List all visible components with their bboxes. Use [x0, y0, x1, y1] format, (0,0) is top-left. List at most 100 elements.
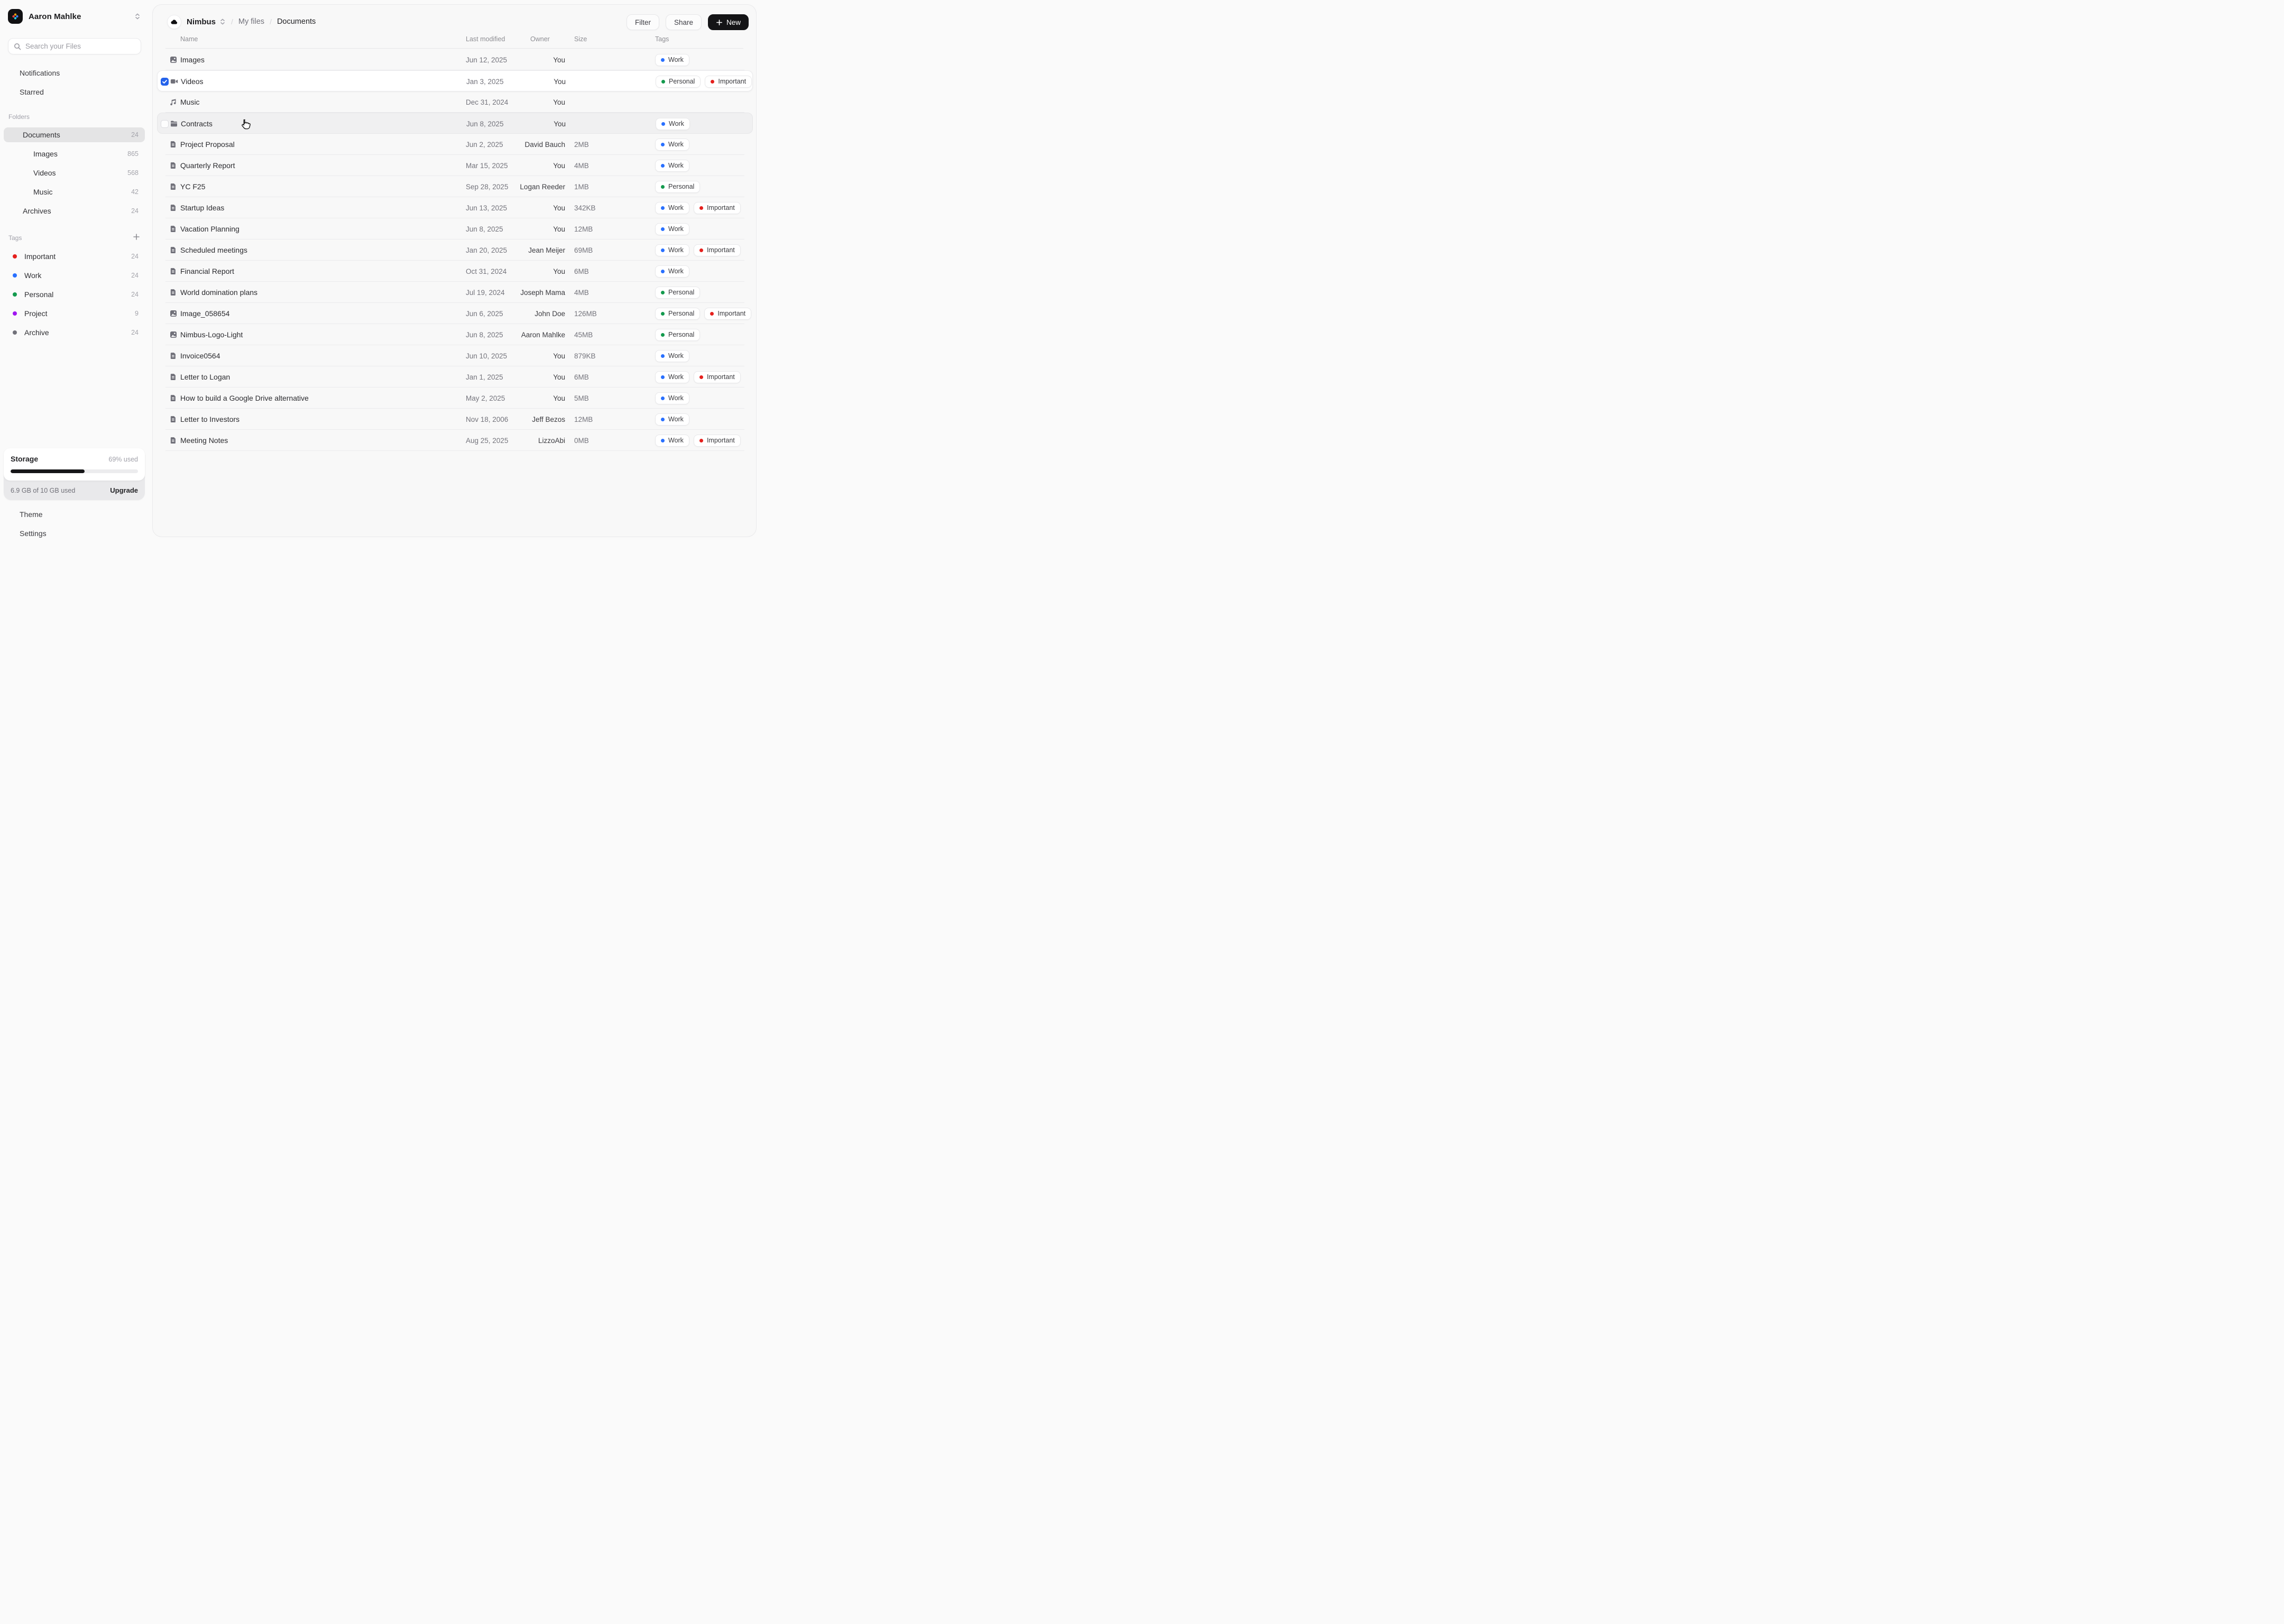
workspace-chevron-updown-icon[interactable] [219, 18, 226, 25]
search-input[interactable] [25, 42, 131, 50]
breadcrumb-my-files[interactable]: My files [238, 17, 264, 26]
file-tags: Work Important [655, 239, 741, 261]
upgrade-button[interactable]: Upgrade [110, 486, 138, 494]
sidebar-folder-archives[interactable]: Archives 24 [4, 204, 145, 218]
table-row[interactable]: Letter to Investors Nov 18, 2006 Jeff Bezo… [157, 409, 753, 430]
file-table: Images Jun 12, 2025 You Work Videos Jan 3, 20… [157, 49, 753, 451]
file-tags: Work [655, 387, 689, 409]
sidebar-item-starred[interactable]: Starred [4, 84, 145, 100]
sidebar-tag-personal[interactable]: Personal 24 [4, 287, 145, 302]
sidebar-tag-archive[interactable]: Archive 24 [4, 325, 145, 340]
table-row[interactable]: Vacation Planning Jun 8, 2025 You 12MB Work [157, 218, 753, 239]
column-header-tags[interactable]: Tags [655, 35, 669, 43]
file-name: Contracts [181, 119, 213, 128]
table-row[interactable]: Music Dec 31, 2024 You [157, 91, 753, 113]
column-header-modified[interactable]: Last modified [466, 35, 505, 43]
doc-file-icon [169, 197, 177, 218]
row-checkbox[interactable] [161, 119, 169, 128]
tag-pill-important: Important [693, 371, 741, 383]
file-name: Meeting Notes [180, 436, 228, 445]
table-row[interactable]: How to build a Google Drive alternative M… [157, 387, 753, 409]
file-name: YC F25 [180, 182, 206, 191]
file-modified: Jan 3, 2025 [466, 77, 504, 86]
file-tags: Work [655, 155, 689, 176]
pinwheel-logo-icon [11, 12, 20, 21]
sidebar-folder-music[interactable]: Music 42 [4, 184, 145, 199]
column-header-name[interactable]: Name [180, 35, 198, 43]
sidebar-tag-project[interactable]: Project 9 [4, 306, 145, 321]
doc-file-icon [169, 134, 177, 155]
tag-color-dot [13, 330, 17, 335]
row-checkbox-checked[interactable] [161, 77, 169, 86]
tag-label: Important [24, 252, 56, 261]
sidebar-item-notifications[interactable]: Notifications [4, 65, 145, 81]
table-row[interactable]: Project Proposal Jun 2, 2025 David Bauch 2M… [157, 134, 753, 155]
table-row[interactable]: Scheduled meetings Jan 20, 2025 Jean Meije… [157, 239, 753, 261]
table-row[interactable]: Images Jun 12, 2025 You Work [157, 49, 753, 70]
sidebar-folder-videos[interactable]: Videos 568 [4, 165, 145, 180]
table-row[interactable]: Financial Report Oct 31, 2024 You 6MB Work [157, 261, 753, 282]
sidebar-folder-documents[interactable]: Documents 24 [4, 127, 145, 142]
table-row[interactable]: World domination plans Jul 19, 2024 Joseph… [157, 282, 753, 303]
tag-color-dot [661, 417, 665, 421]
sidebar-folder-images[interactable]: Images 865 [4, 146, 145, 161]
sidebar-item-theme[interactable]: Theme [4, 506, 145, 522]
tag-pill-work: Work [655, 392, 689, 404]
tag-color-dot [661, 163, 665, 168]
share-button[interactable]: Share [665, 14, 702, 30]
file-name: Quarterly Report [180, 161, 235, 170]
file-tags: Work [655, 345, 689, 366]
doc-file-icon [169, 366, 177, 387]
table-row[interactable]: Meeting Notes Aug 25, 2025 LizzoAbi 0MB Work… [157, 430, 753, 451]
sidebar-tag-important[interactable]: Important 24 [4, 249, 145, 264]
column-header-owner[interactable]: Owner [530, 35, 550, 43]
file-owner: John Doe [535, 309, 565, 318]
sidebar-item-label: Starred [20, 88, 44, 96]
tag-pill-personal: Personal [655, 180, 701, 193]
file-owner: You [553, 373, 565, 381]
folder-count: 42 [131, 188, 139, 196]
breadcrumb-workspace[interactable]: Nimbus [187, 17, 216, 26]
folder-count: 865 [127, 150, 139, 158]
filter-button[interactable]: Filter [626, 14, 659, 30]
tag-label: Work [24, 271, 42, 280]
file-tags: Personal Important [655, 303, 752, 324]
file-owner: Joseph Mama [520, 288, 565, 297]
table-row[interactable]: Letter to Logan Jan 1, 2025 You 6MB Work Impo… [157, 366, 753, 387]
storage-card: Storage 69% used [4, 448, 145, 481]
row-divider [165, 450, 744, 451]
table-row[interactable]: Startup Ideas Jun 13, 2025 You 342KB Work Imp… [157, 197, 753, 218]
tag-color-dot [661, 248, 665, 252]
sidebar-tag-work[interactable]: Work 24 [4, 268, 145, 283]
search-box[interactable] [8, 38, 141, 54]
file-owner: Logan Reeder [520, 182, 565, 191]
nimbus-logo[interactable] [167, 14, 181, 29]
storage-widget: Storage 69% used 6.9 GB of 10 GB used Up… [4, 448, 145, 500]
tag-label: Archive [24, 328, 49, 337]
add-tag-button[interactable] [133, 233, 140, 241]
sidebar-item-settings[interactable]: Settings [4, 525, 145, 541]
table-row[interactable]: YC F25 Sep 28, 2025 Logan Reeder 1MB Persona… [157, 176, 753, 197]
tag-color-dot [661, 206, 665, 210]
doc-file-icon [169, 387, 177, 409]
folder-label: Archives [23, 207, 51, 215]
tag-pill-important: Important [693, 201, 741, 214]
folder-label: Music [33, 188, 53, 196]
tag-color-dot [699, 438, 703, 442]
table-row[interactable]: Contracts Jun 8, 2025 You Work [157, 113, 753, 134]
table-row[interactable]: Videos Jan 3, 2025 You Personal Important [157, 70, 753, 91]
table-row[interactable]: Nimbus-Logo-Light Jun 8, 2025 Aaron Mahlke… [157, 324, 753, 345]
table-row[interactable]: Invoice0564 Jun 10, 2025 You 879KB Work [157, 345, 753, 366]
file-size: 2MB [574, 140, 589, 149]
breadcrumb-separator: / [270, 17, 272, 26]
table-row[interactable]: Image_058654 Jun 6, 2025 John Doe 126MB Pers… [157, 303, 753, 324]
file-modified: Dec 31, 2024 [466, 98, 509, 106]
new-button[interactable]: New [707, 14, 749, 30]
column-header-size[interactable]: Size [574, 35, 587, 43]
tag-count: 24 [131, 253, 139, 260]
workspace-user-switcher[interactable]: Aaron Mahlke [8, 8, 141, 24]
table-row[interactable]: Quarterly Report Mar 15, 2025 You 4MB Work [157, 155, 753, 176]
file-owner: You [553, 394, 565, 402]
file-owner: You [553, 204, 565, 212]
tag-color-dot [661, 269, 665, 273]
